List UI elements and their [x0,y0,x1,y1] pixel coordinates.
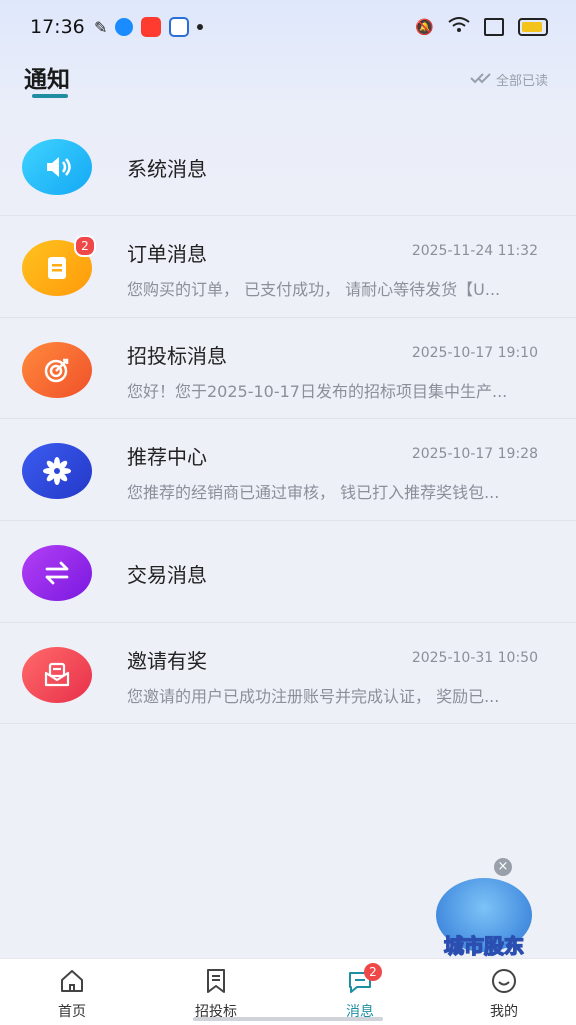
status-notification-icons: ✎ [94,17,204,37]
notification-time: 2025-10-31 10:50 [411,650,538,666]
tab-home[interactable]: 首页 [0,959,144,1025]
mute-icon: 🔕 [415,18,434,36]
tab-label: 首页 [58,1004,86,1020]
news-app-icon [169,17,190,37]
notification-bidding[interactable]: 招投标消息 2025-10-17 19:10 您好！您于2025-10-17日发… [0,318,576,419]
notification-system[interactable]: 系统消息 [0,115,576,216]
home-icon [58,967,86,999]
notification-title: 交易消息 [127,563,207,587]
flower-icon [22,443,92,499]
notification-title: 订单消息 [127,242,207,266]
sim-icon [484,18,504,36]
city-shareholder-promo[interactable]: 城市股东 [428,872,540,959]
exchange-icon [22,545,92,601]
document-icon: 2 [22,235,96,296]
notification-time: 2025-10-17 19:28 [411,446,538,462]
bottom-tab-bar: 首页 招投标 2 消息 我的 [0,958,576,1025]
notification-title: 推荐中心 [127,445,207,469]
notification-preview: 您好！您于2025-10-17日发布的招标项目集中生产... [127,382,508,401]
notification-title: 系统消息 [127,157,207,181]
notification-preview: 您推荐的经销商已通过审核， 钱已打入推荐奖钱包... [127,483,500,502]
promo-label: 城市股东 [443,933,525,959]
status-bar: 17:36 ✎ 🔕 [0,0,576,56]
tab-bidding[interactable]: 招投标 [144,959,288,1025]
more-dot-icon [197,24,204,30]
unread-badge: 2 [74,235,96,257]
mark-all-read-label: 全部已读 [495,74,548,89]
notification-list: 系统消息 2 订单消息 2025-11-24 11:32 您购买的订单， 已支付… [0,115,576,724]
notification-preview: 您购买的订单， 已支付成功， 请耐心等待发货【U... [127,280,501,299]
notification-time: 2025-11-24 11:32 [411,243,538,259]
tab-label: 我的 [490,1004,518,1020]
messages-badge: 2 [364,963,382,981]
title-underline [32,94,68,98]
target-icon [22,342,92,398]
bookmark-icon [202,967,230,999]
notification-referral[interactable]: 推荐中心 2025-10-17 19:28 您推荐的经销商已通过审核， 钱已打入… [0,419,576,521]
notification-title: 邀请有奖 [127,649,207,673]
status-time: 17:36 [30,16,85,38]
notification-order[interactable]: 2 订单消息 2025-11-24 11:32 您购买的订单， 已支付成功， 请… [0,216,576,318]
page-title: 通知 [24,67,70,93]
smile-icon [490,967,518,999]
notification-transaction[interactable]: 交易消息 [0,521,576,623]
mark-all-read-button[interactable]: 全部已读 [470,70,548,89]
home-indicator [193,1017,383,1021]
video-app-icon [141,17,162,37]
wifi-icon [448,17,470,37]
text-app-icon: ✎ [94,17,108,37]
speaker-icon [22,139,92,195]
notification-time: 2025-10-17 19:10 [411,345,538,361]
double-check-icon [470,72,492,88]
notification-invite[interactable]: 邀请有奖 2025-10-31 10:50 您邀请的用户已成功注册账号并完成认证… [0,623,576,724]
tab-profile[interactable]: 我的 [432,959,576,1025]
notification-preview: 您邀请的用户已成功注册账号并完成认证， 奖励已... [127,687,500,706]
browser-app-icon [115,18,134,36]
battery-icon [518,18,548,36]
promo-close-button[interactable]: × [494,858,512,876]
envelope-icon [22,647,92,703]
tab-messages[interactable]: 2 消息 [288,959,432,1025]
notification-title: 招投标消息 [127,344,227,368]
